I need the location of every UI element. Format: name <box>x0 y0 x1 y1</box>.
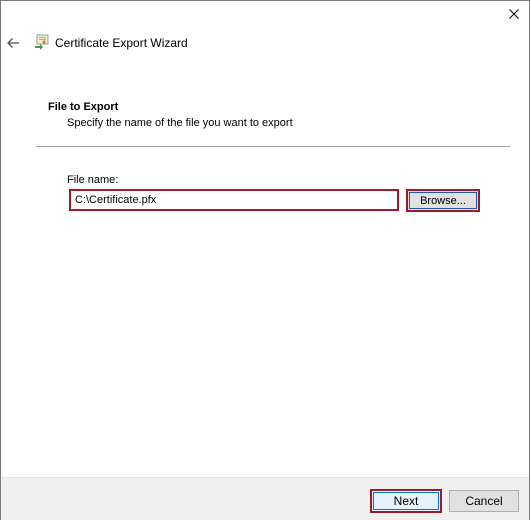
wizard-title: Certificate Export Wizard <box>55 36 188 50</box>
wizard-footer: Next Cancel <box>1 477 529 520</box>
close-button[interactable] <box>499 1 529 27</box>
certificate-icon <box>35 34 49 50</box>
back-arrow-icon <box>7 38 19 48</box>
page-heading: File to Export <box>48 101 119 113</box>
next-button[interactable]: Next <box>370 489 442 513</box>
next-button-label: Next <box>373 492 439 510</box>
back-button[interactable] <box>5 34 21 52</box>
cancel-button[interactable]: Cancel <box>449 490 519 512</box>
header-divider <box>36 146 510 147</box>
close-icon <box>509 9 519 19</box>
wizard-window: Certificate Export Wizard File to Export… <box>0 0 530 520</box>
browse-button[interactable]: Browse... <box>406 189 480 212</box>
page-description: Specify the name of the file you want to… <box>67 117 293 129</box>
file-name-input[interactable] <box>69 189 399 211</box>
browse-button-label: Browse... <box>409 192 477 209</box>
file-name-label: File name: <box>67 174 119 186</box>
